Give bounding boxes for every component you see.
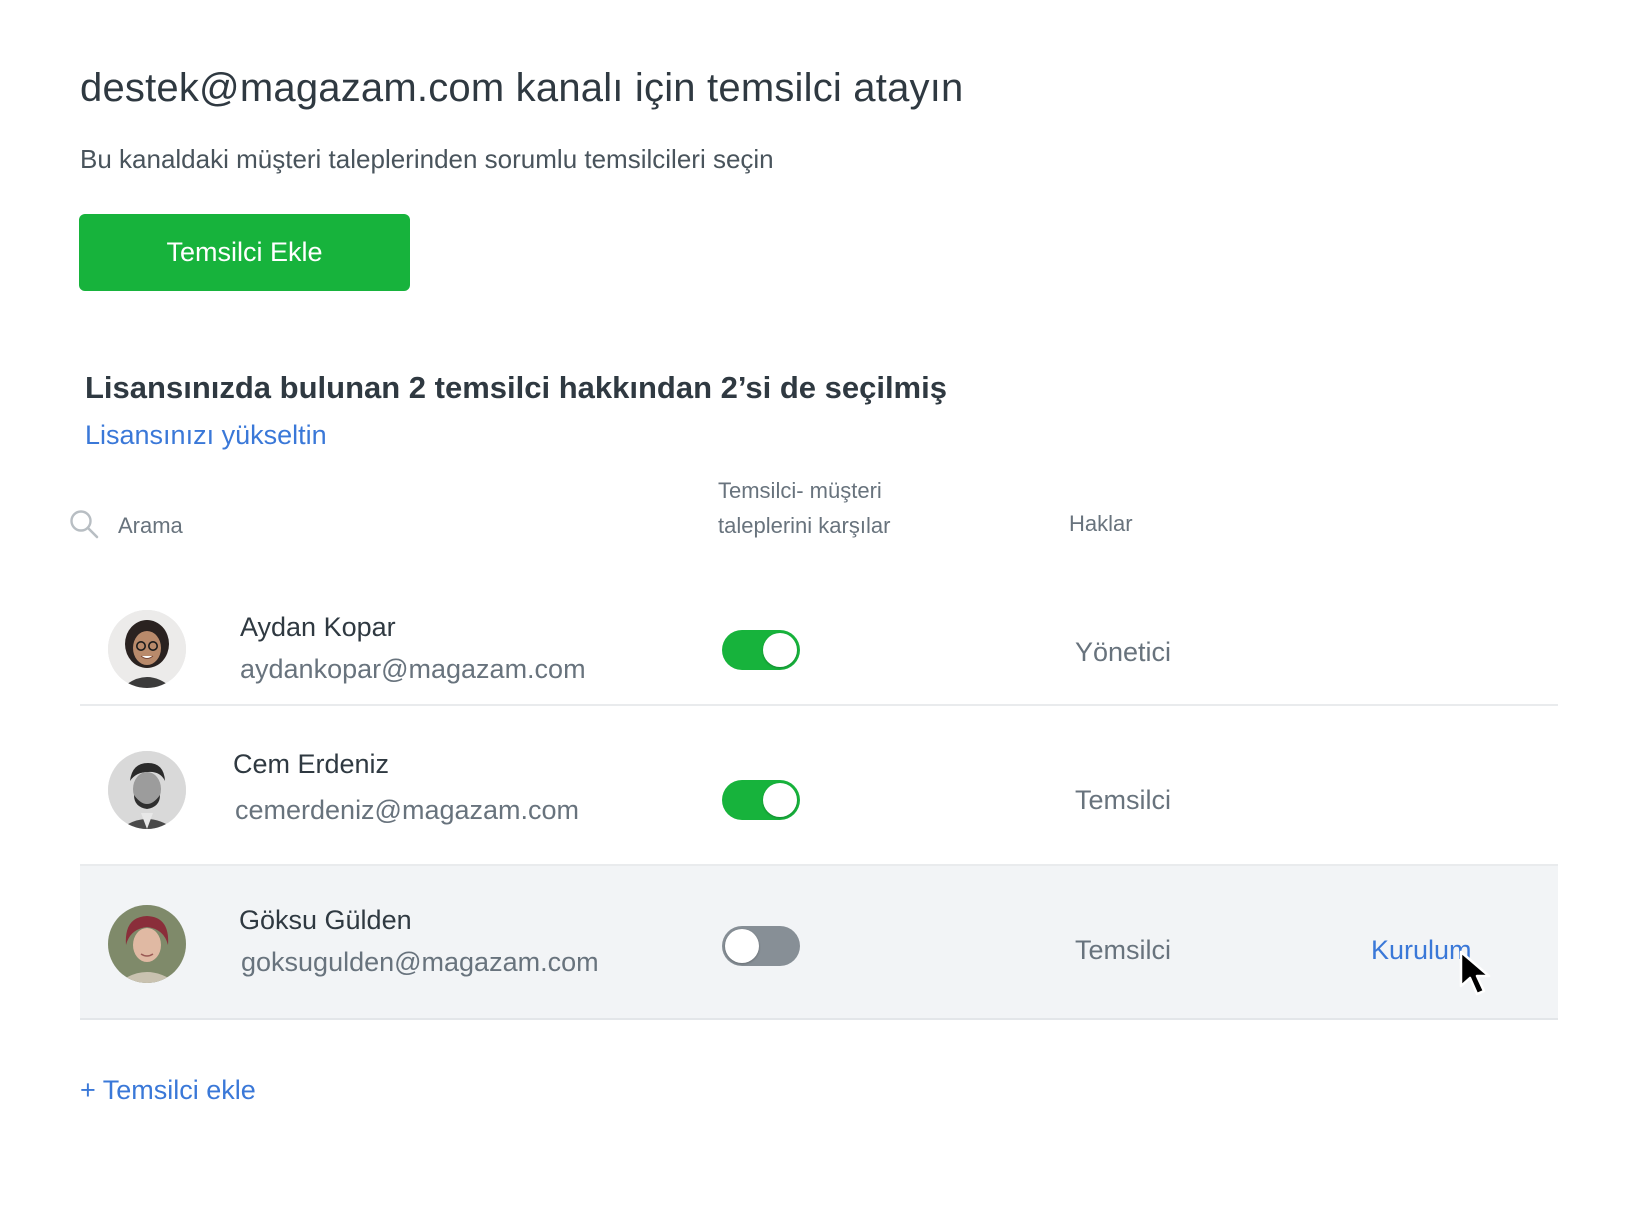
handles-requests-toggle[interactable]: [722, 630, 800, 670]
agent-role: Temsilci: [1075, 935, 1172, 965]
page-subtitle: Bu kanaldaki müşteri taleplerinden sorum…: [80, 144, 774, 174]
page-title: destek@magazam.com kanalı için temsilci …: [80, 66, 964, 110]
add-agent-button[interactable]: Temsilci Ekle: [79, 214, 410, 291]
table-row: Cem Erdeniz cemerdeniz@magazam.com Temsi…: [80, 706, 1558, 866]
search-icon: [68, 508, 100, 545]
avatar: [108, 610, 186, 688]
agent-email: goksugulden@magazam.com: [241, 947, 599, 977]
search-input[interactable]: [116, 512, 360, 540]
agent-name: Aydan Kopar: [240, 612, 396, 642]
handles-requests-toggle[interactable]: [722, 926, 800, 966]
column-header-rights: Haklar: [1069, 511, 1133, 536]
agent-role: Yönetici: [1075, 637, 1172, 667]
toggle-knob: [763, 633, 797, 667]
column-header-handles-requests: Temsilci- müşteri taleplerini karşılar: [718, 478, 891, 538]
handles-requests-toggle[interactable]: [722, 780, 800, 820]
setup-link[interactable]: Kurulum: [1371, 935, 1472, 966]
license-summary: Lisansınızda bulunan 2 temsilci hakkında…: [85, 370, 947, 405]
mouse-cursor-icon: [1458, 950, 1502, 1000]
agent-email: aydankopar@magazam.com: [240, 654, 586, 684]
agent-name: Göksu Gülden: [239, 905, 412, 935]
avatar: [108, 751, 186, 829]
upgrade-license-link[interactable]: Lisansınızı yükseltin: [85, 420, 327, 451]
agent-name: Cem Erdeniz: [233, 749, 390, 779]
search-box[interactable]: [68, 505, 368, 547]
toggle-knob: [725, 929, 759, 963]
table-row: Göksu Gülden goksugulden@magazam.com Tem…: [80, 866, 1558, 1020]
agent-role: Temsilci: [1075, 785, 1172, 815]
agent-email: cemerdeniz@magazam.com: [235, 795, 580, 825]
add-agent-link[interactable]: + Temsilci ekle: [80, 1075, 256, 1106]
toggle-knob: [763, 783, 797, 817]
table-row: Aydan Kopar aydankopar@magazam.com Yönet…: [80, 590, 1558, 706]
avatar: [108, 905, 186, 983]
